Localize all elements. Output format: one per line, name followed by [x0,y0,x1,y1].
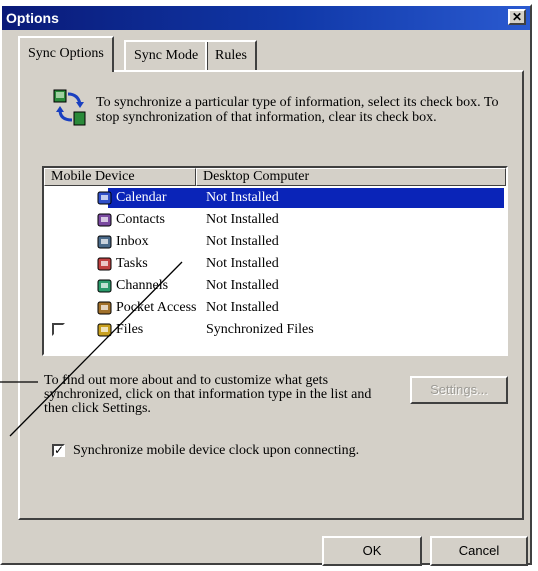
close-icon: ✕ [511,10,523,24]
tab-sync-options[interactable]: Sync Options [18,36,114,72]
ok-button[interactable]: OK [322,536,422,566]
title-bar[interactable]: Options ✕ [2,6,530,30]
cancel-button[interactable]: Cancel [430,536,528,566]
sync-options-panel [18,70,524,520]
close-button[interactable]: ✕ [508,9,526,25]
tab-rules[interactable]: Rules [205,40,257,70]
window-title: Options [6,10,59,26]
tab-sync-mode[interactable]: Sync Mode [124,40,209,70]
